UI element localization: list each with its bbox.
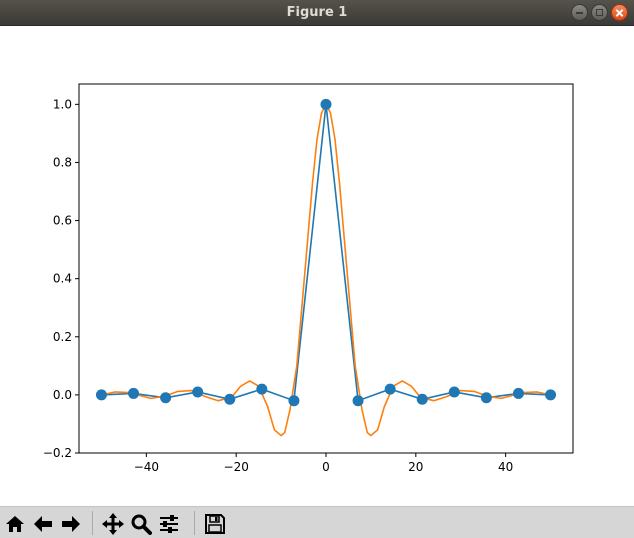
pan-icon <box>102 513 124 535</box>
back-arrow-icon <box>34 516 52 532</box>
series-1-point <box>416 393 428 405</box>
series-1-point <box>192 386 204 398</box>
series-1-point <box>320 98 332 110</box>
series-1-point <box>512 387 524 399</box>
configure-subplots-icon <box>160 515 178 533</box>
x-tick-label: 40 <box>498 460 513 474</box>
series-1-point <box>384 383 396 395</box>
x-tick-label: 0 <box>322 460 330 474</box>
window-controls <box>571 4 628 21</box>
y-tick-label: 0.8 <box>53 155 72 169</box>
save-button[interactable] <box>202 511 228 537</box>
y-tick-label: 0.6 <box>53 214 72 228</box>
series-1-point <box>448 386 460 398</box>
save-icon <box>205 514 225 534</box>
series-1-point <box>288 395 300 407</box>
series-1-point <box>352 395 364 407</box>
zoom-icon <box>131 514 152 535</box>
series-1-point <box>160 392 172 404</box>
pan-button[interactable] <box>100 511 126 537</box>
x-tick-label: −20 <box>224 460 249 474</box>
window-title: Figure 1 <box>286 5 348 20</box>
y-tick-label: −0.2 <box>43 446 72 460</box>
title-bar[interactable]: Figure 1 <box>0 0 634 26</box>
close-button[interactable] <box>611 4 628 21</box>
series-1-point <box>224 393 236 405</box>
y-tick-label: 0.0 <box>53 388 72 402</box>
home-button[interactable] <box>2 511 28 537</box>
x-tick-label: −40 <box>134 460 159 474</box>
home-icon <box>6 516 24 532</box>
series-1-point <box>256 383 268 395</box>
configure-subplots-button[interactable] <box>156 511 182 537</box>
forward-button[interactable] <box>58 511 84 537</box>
toolbar-separator <box>92 511 93 535</box>
forward-arrow-icon <box>62 516 80 532</box>
y-tick-label: 0.4 <box>53 272 72 286</box>
back-button[interactable] <box>30 511 56 537</box>
series-1-point <box>480 392 492 404</box>
figure-window: Figure 1 −40 −20 0 20 40 −0.2 0.0 0.2 0.4 0.6 0.8 1… <box>0 0 634 538</box>
plot-canvas[interactable]: −40 −20 0 20 40 −0.2 0.0 0.2 0.4 0.6 0.8 1.0 <box>0 26 634 506</box>
toolbar-separator <box>194 511 195 535</box>
y-tick-label: 1.0 <box>53 97 72 111</box>
maximize-button[interactable] <box>591 4 608 21</box>
y-tick-label: 0.2 <box>53 330 72 344</box>
series-1-point <box>545 389 557 401</box>
series-1-point <box>128 387 140 399</box>
navigation-toolbar <box>0 506 634 538</box>
series-1-point <box>95 389 107 401</box>
chart-svg: −40 −20 0 20 40 −0.2 0.0 0.2 0.4 0.6 0.8 1.0 <box>43 83 574 474</box>
minimize-button[interactable] <box>571 4 588 21</box>
zoom-button[interactable] <box>128 511 154 537</box>
x-tick-label: 20 <box>408 460 423 474</box>
